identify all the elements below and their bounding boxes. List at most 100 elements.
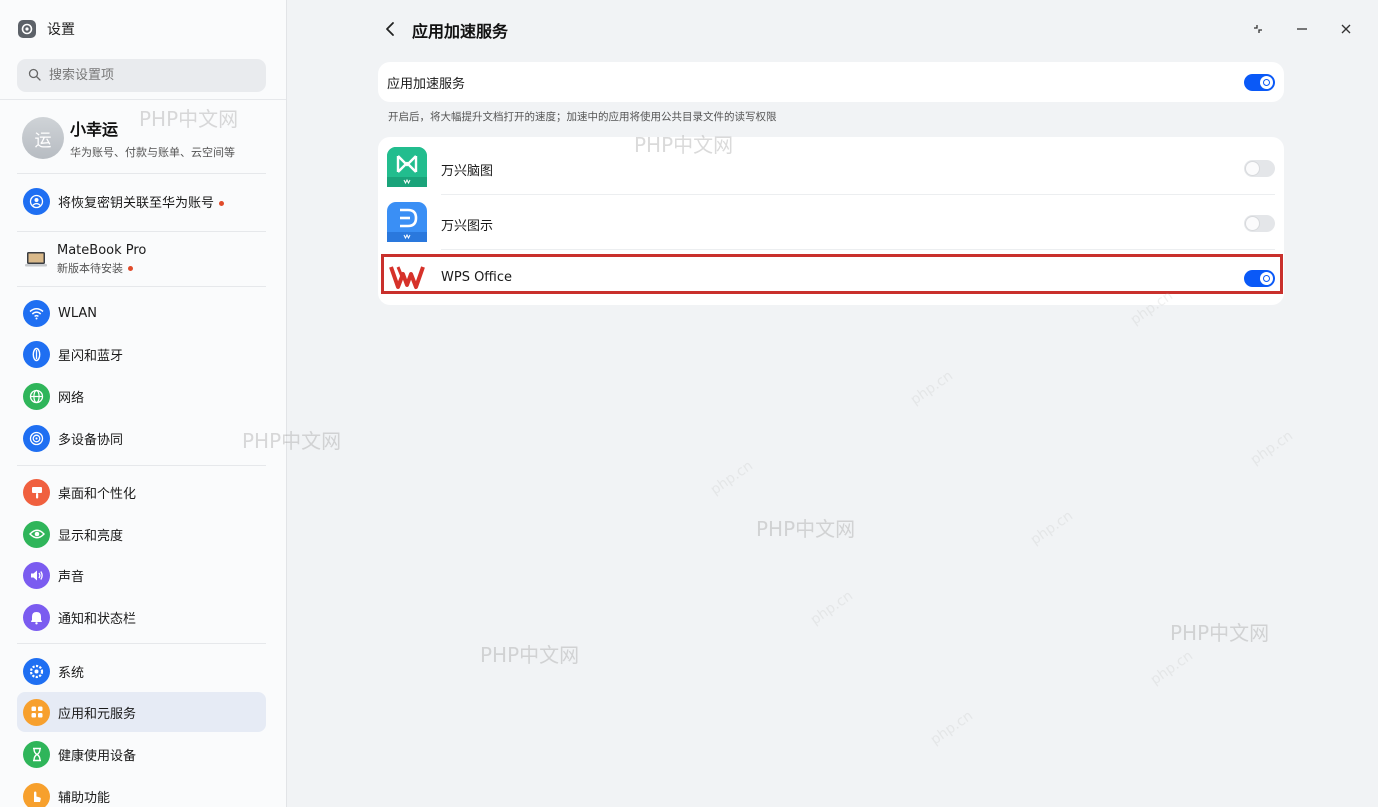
watermark: PHP中文网 <box>756 517 856 541</box>
app-name: WPS Office <box>441 270 513 285</box>
app-header: 设置 <box>18 18 75 40</box>
divider <box>17 173 266 174</box>
search-box[interactable] <box>17 59 266 92</box>
apps-icon <box>23 698 50 726</box>
divider <box>441 249 1275 250</box>
notification-dot <box>219 200 225 206</box>
hand-icon <box>23 782 50 807</box>
account-profile[interactable]: 运 小幸运 华为账号、付款与账单、云空间等 <box>22 116 235 160</box>
divider <box>17 465 266 466</box>
app-row: WPS Office <box>378 253 1284 301</box>
sidebar-item-label: 多设备协同 <box>58 432 124 448</box>
watermark: php.cn <box>807 587 856 629</box>
watermark: php.cn <box>1027 507 1076 549</box>
sidebar-item-label: 辅助功能 <box>58 790 111 806</box>
notification-dot <box>128 266 133 271</box>
sidebar-item-label: 通知和状态栏 <box>58 611 137 627</box>
multidevice-icon <box>23 424 50 452</box>
collapse-icon <box>1254 25 1262 33</box>
back-button[interactable] <box>378 17 402 41</box>
hourglass-icon <box>23 740 50 768</box>
minimize-button[interactable] <box>1291 18 1313 40</box>
sidebar-item-label: 网络 <box>58 390 85 406</box>
app-title: 设置 <box>47 22 75 38</box>
device-name: MateBook Pro <box>57 242 147 258</box>
sidebar-item-sound[interactable]: 声音 <box>17 555 266 595</box>
watermark: php.cn <box>927 707 976 749</box>
master-toggle-card: 应用加速服务 <box>378 62 1284 102</box>
wifi-icon <box>23 299 50 327</box>
sidebar-item-label: 显示和亮度 <box>58 528 124 544</box>
sidebar-item-display[interactable]: 显示和亮度 <box>17 514 266 554</box>
sidebar-item-network[interactable]: 网络 <box>17 376 266 416</box>
close-icon <box>1341 24 1351 34</box>
sidebar-item-system[interactable]: 系统 <box>17 651 266 691</box>
sidebar-item-bluetooth[interactable]: 星闪和蓝牙 <box>17 334 266 374</box>
minimize-icon <box>1297 28 1307 30</box>
app-list-card: 万兴脑图 万兴图示 WPS Office <box>378 137 1284 305</box>
bluetooth-icon <box>23 340 50 368</box>
divider <box>17 286 266 287</box>
search-icon <box>28 66 41 85</box>
sidebar-item-multidevice[interactable]: 多设备协同 <box>17 418 266 458</box>
account-icon <box>23 187 50 215</box>
sidebar-item-accessibility[interactable]: 辅助功能 <box>17 776 266 807</box>
divider <box>17 231 266 232</box>
profile-subtitle: 华为账号、付款与账单、云空间等 <box>70 146 235 159</box>
master-toggle-label: 应用加速服务 <box>387 76 466 92</box>
wps-office-icon <box>387 257 427 297</box>
sidebar-item-device[interactable]: MateBook Pro 新版本待安装 <box>17 237 266 281</box>
master-toggle-switch[interactable] <box>1244 74 1275 91</box>
sidebar-item-label: 健康使用设备 <box>58 748 137 764</box>
laptop-icon <box>23 246 49 272</box>
settings-app-icon <box>18 20 36 38</box>
watermark: PHP中文网 <box>1170 621 1270 645</box>
watermark: php.cn <box>907 367 956 409</box>
app-row: 万兴图示 <box>378 198 1284 246</box>
app-toggle-switch[interactable] <box>1244 215 1275 232</box>
sidebar-item-apps[interactable]: 应用和元服务 <box>17 692 266 732</box>
watermark: php.cn <box>1247 427 1296 469</box>
page-title: 应用加速服务 <box>412 22 509 41</box>
divider <box>441 194 1275 195</box>
brush-icon <box>23 478 50 506</box>
sidebar-item-label: WLAN <box>58 305 98 321</box>
sidebar-item-wlan[interactable]: WLAN <box>17 293 266 333</box>
sidebar-item-label: 声音 <box>58 569 85 585</box>
sidebar: 设置 运 小幸运 华为账号、付款与账单、云空间等 将恢复密钥关联至华为账号 Ma… <box>0 0 287 807</box>
watermark: php.cn <box>1147 647 1196 689</box>
sidebar-item-recovery-key[interactable]: 将恢复密钥关联至华为账号 <box>17 181 266 221</box>
globe-icon <box>23 382 50 410</box>
sidebar-item-label: 桌面和个性化 <box>58 486 137 502</box>
divider <box>0 99 286 100</box>
sidebar-item-label: 将恢复密钥关联至华为账号 <box>58 192 225 211</box>
close-button[interactable] <box>1335 18 1357 40</box>
restore-window-button[interactable] <box>1247 18 1269 40</box>
sidebar-item-health[interactable]: 健康使用设备 <box>17 734 266 774</box>
device-status: 新版本待安装 <box>57 260 146 276</box>
bell-icon <box>23 603 50 631</box>
app-toggle-switch[interactable] <box>1244 270 1275 287</box>
gear-icon <box>23 657 50 685</box>
watermark: PHP中文网 <box>480 643 580 667</box>
app-name: 万兴图示 <box>441 219 494 234</box>
app-name: 万兴脑图 <box>441 164 494 179</box>
sidebar-item-label: 应用和元服务 <box>58 706 137 722</box>
app-row: 万兴脑图 <box>378 143 1284 191</box>
wondershare-mindmap-icon <box>387 147 427 187</box>
profile-name: 小幸运 <box>70 120 119 139</box>
sidebar-item-label: 星闪和蓝牙 <box>58 348 124 364</box>
search-input[interactable] <box>47 67 247 84</box>
sidebar-item-label: 系统 <box>58 665 85 681</box>
description-text: 开启后，将大幅提升文档打开的速度；加速中的应用将使用公共目录文件的读写权限 <box>388 111 777 123</box>
wondershare-edrawmax-icon <box>387 202 427 242</box>
eye-icon <box>23 520 50 548</box>
divider <box>17 643 266 644</box>
watermark: php.cn <box>707 457 756 499</box>
app-toggle-switch[interactable] <box>1244 160 1275 177</box>
avatar: 运 <box>22 117 64 159</box>
sidebar-item-personalization[interactable]: 桌面和个性化 <box>17 472 266 512</box>
chevron-left-icon <box>386 22 394 36</box>
sidebar-item-notifications[interactable]: 通知和状态栏 <box>17 597 266 637</box>
speaker-icon <box>23 561 50 589</box>
